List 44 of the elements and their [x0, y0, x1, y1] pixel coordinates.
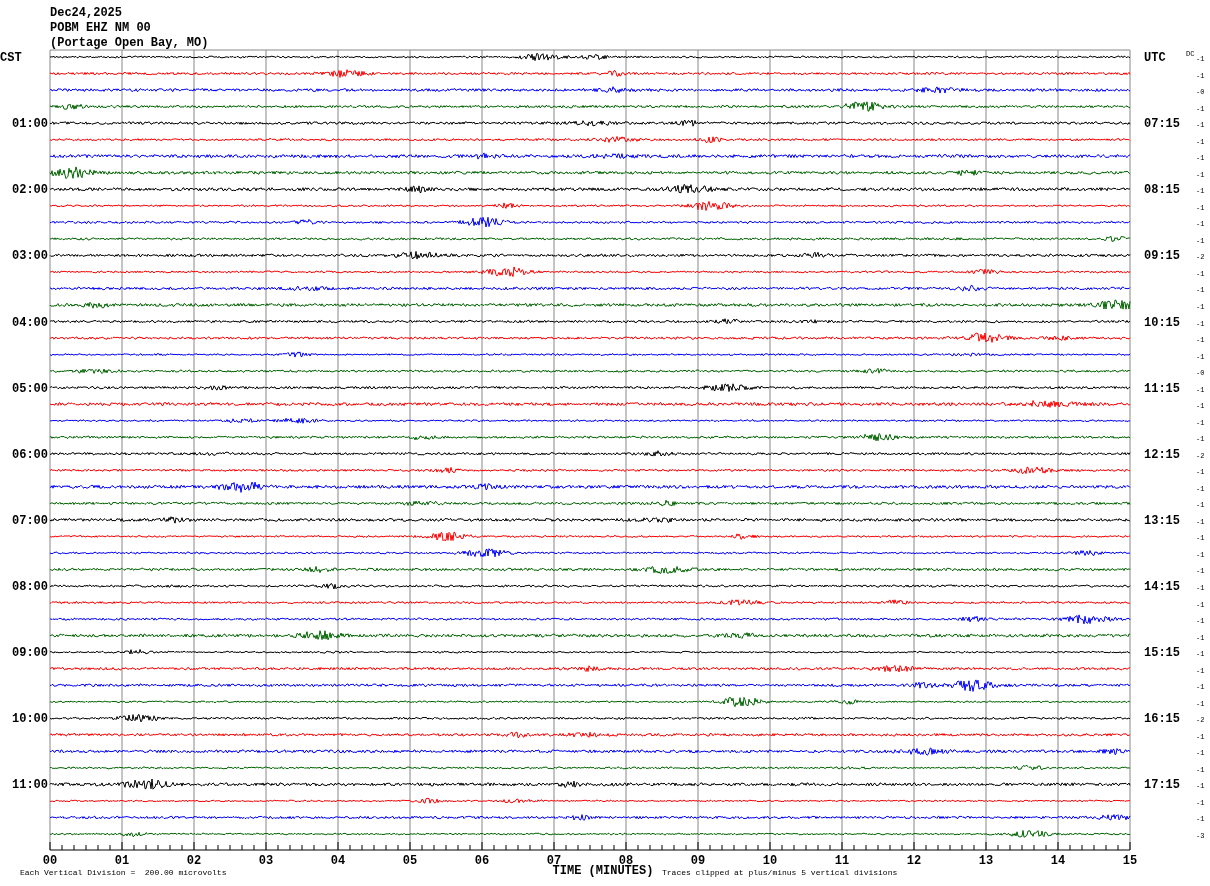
hour-label: 16:15 [1144, 712, 1180, 727]
hour-label: 13:15 [1144, 513, 1180, 528]
location-title: (Portage Open Bay, MO) [50, 36, 209, 50]
hour-label: 11:15 [1144, 381, 1180, 396]
axis-tick-label: 12 [906, 854, 922, 868]
hour-label: 15:15 [1144, 646, 1180, 661]
date-title: Dec24,2025 [50, 6, 122, 20]
hour-label: 08:00 [12, 580, 48, 594]
hour-label: 17:15 [1144, 778, 1180, 793]
timezone-label: CST [0, 51, 22, 65]
hour-label: 10:00 [12, 712, 48, 727]
hour-label: 09:00 [12, 646, 48, 661]
hour-label: 07:15 [1144, 117, 1180, 132]
station-title: POBM EHZ NM 00 [50, 21, 151, 35]
hour-label: 07:00 [12, 513, 48, 528]
axis-tick-label: 14 [1050, 854, 1066, 868]
axis-tick-label: 15 [1122, 854, 1138, 868]
hour-label: 02:00 [12, 183, 48, 198]
timezone-label: UTC [1144, 51, 1166, 65]
hour-label: 01:00 [12, 117, 48, 132]
hour-label: 06:00 [12, 447, 48, 462]
axis-tick-label: 09 [690, 854, 706, 868]
axis-title: TIME (MINUTES) [552, 864, 654, 878]
hour-label: 10:15 [1144, 315, 1180, 330]
hour-label: 08:15 [1144, 183, 1180, 198]
axis-tick-label: 01 [114, 854, 130, 868]
axis-tick-label: 10 [762, 854, 778, 868]
scale-note: Each Vertical Division = 200.00 microvolts [20, 868, 227, 877]
hour-label: 05:00 [12, 381, 48, 396]
hour-label: 04:00 [12, 315, 48, 330]
axis-tick-label: 06 [474, 854, 490, 868]
axis-tick-label: 03 [258, 854, 274, 868]
axis-tick-label: 02 [186, 854, 202, 868]
axis-tick-label: 13 [978, 854, 994, 868]
hour-label: 09:15 [1144, 249, 1180, 264]
hour-label: 12:15 [1144, 447, 1180, 462]
axis-tick-label: 11 [834, 854, 850, 868]
axis-tick-label: 05 [402, 854, 418, 868]
clip-note: Traces clipped at plus/minus 5 vertical divisions [662, 868, 898, 877]
axis-tick-label: 04 [330, 854, 346, 868]
hour-label: 14:15 [1144, 580, 1180, 594]
hour-label: 11:00 [12, 778, 48, 793]
axis-tick-label: 00 [42, 854, 58, 868]
hour-label: 03:00 [12, 249, 48, 264]
